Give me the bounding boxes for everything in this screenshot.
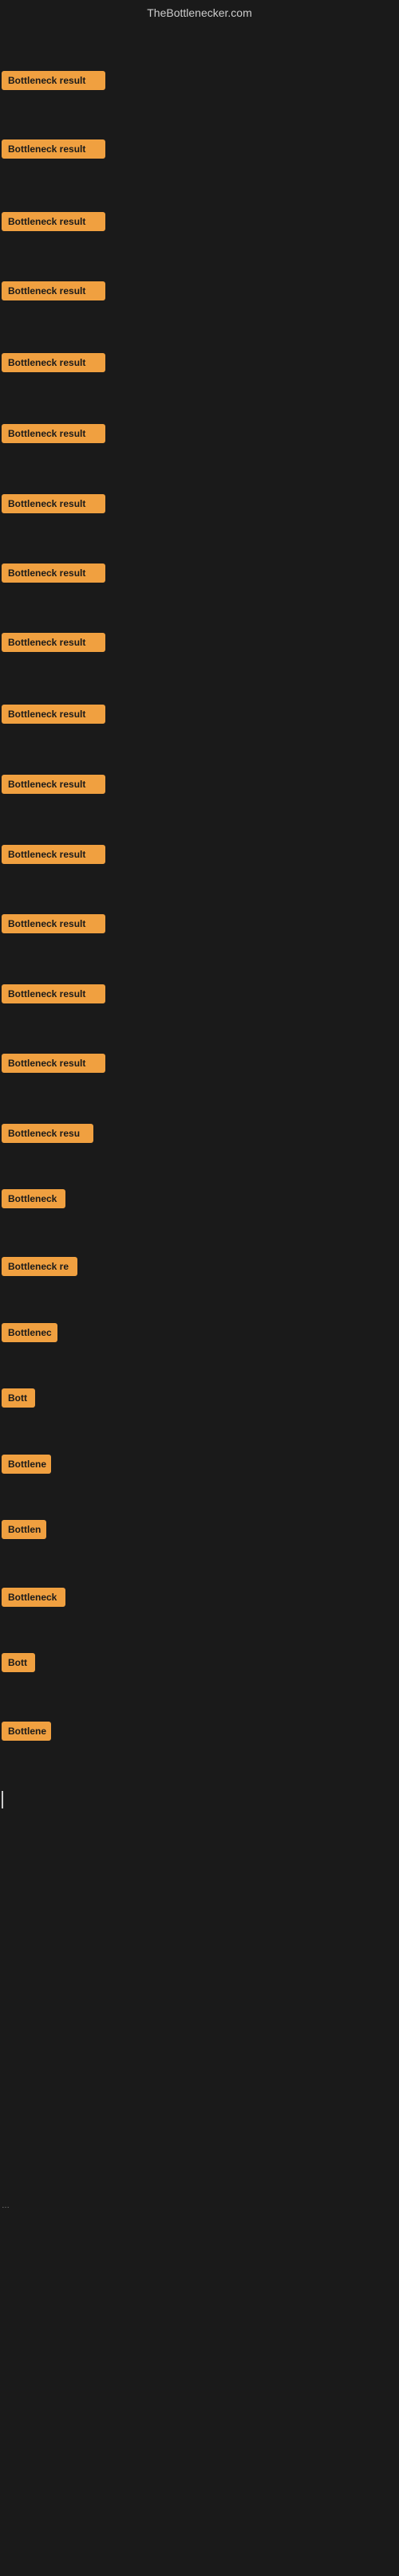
list-item: Bottleneck result: [2, 564, 105, 587]
list-item: Bottleneck result: [2, 914, 105, 937]
list-item: Bottleneck result: [2, 494, 105, 517]
bottleneck-badge[interactable]: Bottleneck result: [2, 494, 105, 513]
list-item: Bottleneck result: [2, 775, 105, 798]
ellipsis-marker: …: [2, 2201, 10, 2210]
list-item: Bottlen: [2, 1520, 46, 1543]
list-item: Bottleneck result: [2, 139, 105, 163]
list-item: Bottlene: [2, 1722, 51, 1745]
list-item: Bottleneck result: [2, 633, 105, 656]
bottleneck-badge[interactable]: Bottleneck re: [2, 1257, 77, 1276]
list-item: Bottleneck re: [2, 1257, 77, 1280]
list-item: Bottleneck result: [2, 353, 105, 376]
bottleneck-badge[interactable]: Bottlene: [2, 1455, 51, 1474]
list-item: Bottleneck: [2, 1189, 65, 1212]
bottleneck-badge[interactable]: Bottleneck result: [2, 212, 105, 231]
list-item: Bottleneck: [2, 1588, 65, 1611]
list-item: Bottleneck result: [2, 71, 105, 94]
bottleneck-badge[interactable]: Bottleneck result: [2, 564, 105, 583]
list-item: Bottleneck resu: [2, 1124, 93, 1147]
bottleneck-badge[interactable]: Bott: [2, 1653, 35, 1672]
bottleneck-badge[interactable]: Bottleneck resu: [2, 1124, 93, 1143]
bottleneck-badge[interactable]: Bottleneck result: [2, 775, 105, 794]
items-container: Bottleneck result Bottleneck result Bott…: [0, 26, 399, 2576]
bottleneck-badge[interactable]: Bottleneck result: [2, 633, 105, 652]
bottleneck-badge[interactable]: Bottleneck result: [2, 845, 105, 864]
bottleneck-badge[interactable]: Bottlene: [2, 1722, 51, 1741]
site-title: TheBottlenecker.com: [0, 0, 399, 26]
bottleneck-badge[interactable]: Bott: [2, 1388, 35, 1408]
list-item: Bottleneck result: [2, 424, 105, 447]
bottleneck-badge[interactable]: Bottleneck result: [2, 353, 105, 372]
cursor-indicator: [2, 1791, 3, 1808]
list-item: Bottleneck result: [2, 1054, 105, 1077]
bottleneck-badge[interactable]: Bottleneck result: [2, 71, 105, 90]
bottleneck-badge[interactable]: Bottleneck: [2, 1588, 65, 1607]
bottleneck-badge[interactable]: Bottleneck result: [2, 914, 105, 933]
list-item: Bottleneck result: [2, 281, 105, 304]
bottleneck-badge[interactable]: Bottleneck result: [2, 705, 105, 724]
list-item: Bottlene: [2, 1455, 51, 1478]
page-wrapper: TheBottlenecker.com Bottleneck result Bo…: [0, 0, 399, 2576]
bottleneck-badge[interactable]: Bottlenec: [2, 1323, 57, 1342]
bottleneck-badge[interactable]: Bottleneck result: [2, 281, 105, 300]
bottleneck-badge[interactable]: Bottleneck result: [2, 424, 105, 443]
bottleneck-badge[interactable]: Bottleneck result: [2, 984, 105, 1003]
list-item: Bottleneck result: [2, 705, 105, 728]
list-item: Bottleneck result: [2, 845, 105, 868]
list-item: Bottlenec: [2, 1323, 57, 1346]
list-item: Bott: [2, 1653, 35, 1676]
bottleneck-badge[interactable]: Bottlen: [2, 1520, 46, 1539]
bottleneck-badge[interactable]: Bottleneck result: [2, 139, 105, 159]
bottleneck-badge[interactable]: Bottleneck result: [2, 1054, 105, 1073]
list-item: Bottleneck result: [2, 984, 105, 1007]
bottleneck-badge[interactable]: Bottleneck: [2, 1189, 65, 1208]
list-item: Bott: [2, 1388, 35, 1412]
list-item: Bottleneck result: [2, 212, 105, 235]
